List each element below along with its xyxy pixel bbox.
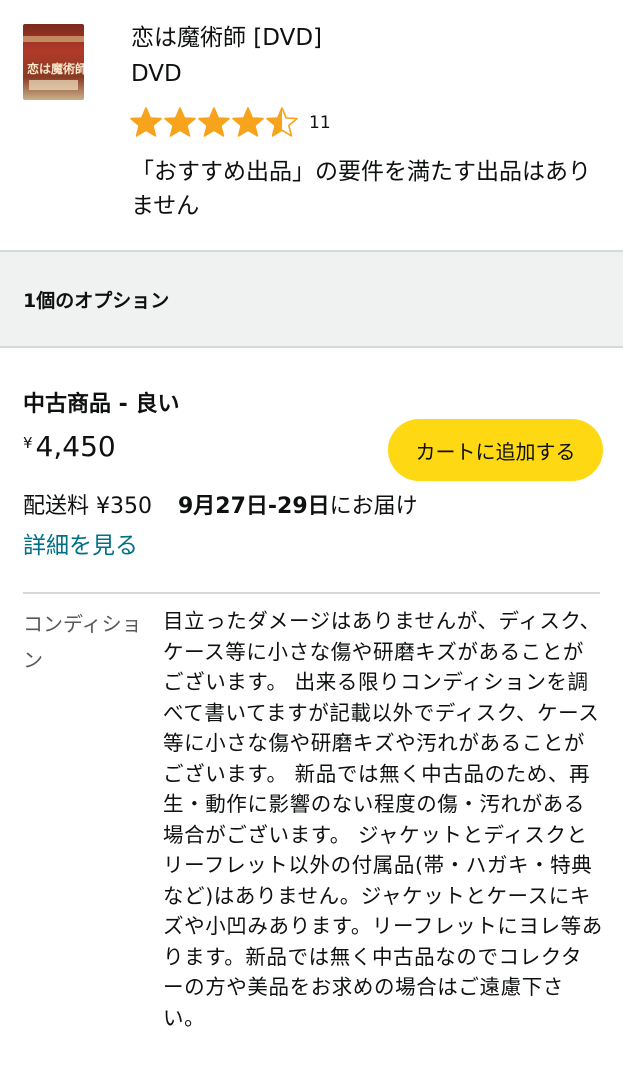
delivery-date: 9月27日-29日	[177, 494, 330, 519]
condition-text: 目立ったダメージはありませんが、ディスク、ケース等に小さな傷や研磨キズがあること…	[163, 609, 603, 1030]
star-full-icon	[130, 107, 162, 137]
delivery-suffix: にお届け	[329, 494, 418, 519]
options-count: 1個のオプション	[23, 289, 170, 312]
star-full-icon	[164, 107, 196, 137]
shipping-info: 配送料 ¥350 9月27日-29日にお届け	[23, 488, 418, 520]
cover-title: 恋は魔術師	[27, 62, 84, 76]
options-header: 1個のオプション	[0, 250, 623, 348]
shipping-fee: 配送料 ¥350	[23, 494, 152, 519]
product-thumbnail[interactable]: 恋は魔術師	[23, 24, 84, 100]
condition-label: コンディション	[23, 612, 142, 672]
price-value: 4,450	[35, 430, 116, 463]
product-title[interactable]: 恋は魔術師 [DVD]	[131, 22, 322, 54]
offer-condition: 中古商品 - 良い	[23, 392, 180, 417]
featured-offer-notice: 「おすすめ出品」の要件を満たす出品はありません	[131, 159, 591, 219]
add-to-cart-button[interactable]: カートに追加する	[388, 419, 603, 481]
currency-symbol: ¥	[23, 434, 33, 452]
cover-decoration	[23, 36, 84, 42]
cover-decoration	[29, 80, 78, 90]
details-link[interactable]: 詳細を見る	[23, 526, 138, 560]
product-summary: 恋は魔術師 恋は魔術師 [DVD] DVD 11 「おすすめ出品」の要件を満たす…	[0, 0, 623, 250]
rating-count: 11	[309, 113, 331, 133]
star-full-icon	[198, 107, 230, 137]
star-half-icon	[266, 107, 298, 137]
offer-price: ¥ 4,450	[23, 430, 116, 463]
condition-note: コンディション 目立ったダメージはありませんが、ディスク、ケース等に小さな傷や研…	[0, 592, 623, 1033]
star-rating	[129, 106, 299, 140]
star-full-icon	[232, 107, 264, 137]
rating-row[interactable]: 11	[129, 104, 331, 142]
product-format: DVD	[131, 61, 182, 87]
